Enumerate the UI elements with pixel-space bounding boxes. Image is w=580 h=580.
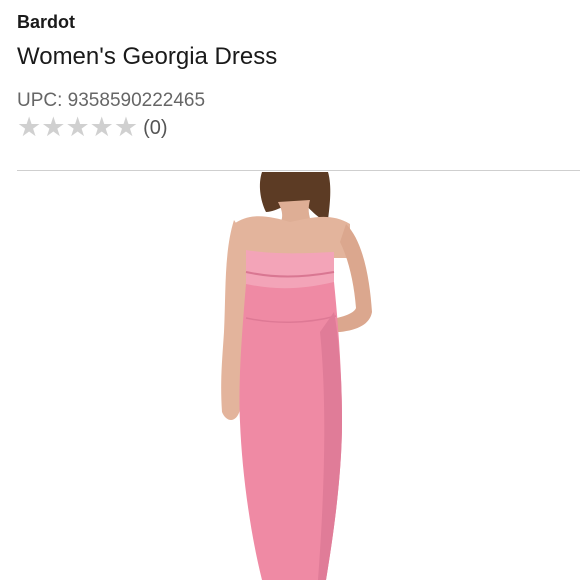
rating-count[interactable]: (0) <box>143 117 167 140</box>
star-empty-icon: ★ <box>41 112 66 143</box>
product-photo[interactable] <box>150 172 470 580</box>
star-empty-icon: ★ <box>113 112 139 143</box>
star-empty-icon: ★ <box>89 112 114 143</box>
star-empty-icon: ★ <box>17 112 42 143</box>
product-title: Women's Georgia Dress <box>17 43 278 70</box>
star-empty-icon: ★ <box>65 112 90 143</box>
rating-stars: ★ ★ ★ ★ ★ <box>17 114 138 142</box>
product-upc: UPC: 9358590222465 <box>17 90 206 111</box>
brand-name[interactable]: Bardot <box>17 12 75 33</box>
rating-summary[interactable]: ★ ★ ★ ★ ★ (0) <box>17 114 168 142</box>
dress-bodice <box>246 250 334 289</box>
divider <box>17 170 580 171</box>
